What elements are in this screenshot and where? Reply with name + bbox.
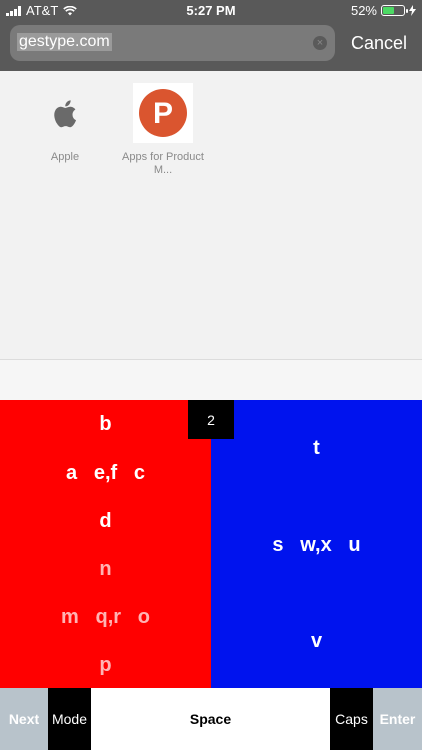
mode-indicator: 2 (188, 400, 234, 439)
battery-percent: 52% (350, 3, 377, 18)
key-group-p[interactable]: p (0, 654, 211, 677)
clear-text-icon[interactable]: × (313, 36, 327, 50)
right-key-pane[interactable]: t s w,x u v (211, 400, 422, 688)
favorite-label: Apple (50, 151, 80, 163)
space-button[interactable]: Space (91, 688, 330, 750)
browser-top-bar: AT&T 5:27 PM 52% gestype.com × Cancel (0, 0, 422, 71)
url-input[interactable]: gestype.com × (10, 25, 335, 61)
product-hunt-icon: P (133, 83, 193, 143)
gesture-keyboard[interactable]: b a e,f c d n m q,r o p t s w,x u v 2 (0, 400, 422, 688)
favorite-label: Apps for Product M... (122, 151, 204, 176)
next-button[interactable]: Next (0, 688, 48, 750)
battery-icon (381, 5, 408, 16)
keyboard-bottom-row: Next Mode Space Caps Enter (0, 688, 422, 750)
key-group-b[interactable]: b (0, 413, 211, 436)
key-group-mqro[interactable]: m q,r o (0, 606, 211, 629)
key-group-v[interactable]: v (211, 630, 422, 653)
key-group-t[interactable]: t (211, 437, 422, 460)
left-key-pane[interactable]: b a e,f c d n m q,r o p (0, 400, 211, 688)
favorites-grid: Apple P Apps for Product M... (0, 71, 422, 359)
cancel-button[interactable]: Cancel (351, 33, 407, 54)
favorite-apple[interactable]: Apple (23, 83, 107, 164)
status-bar: AT&T 5:27 PM 52% (0, 0, 422, 22)
mode-button[interactable]: Mode (48, 688, 91, 750)
key-group-n[interactable]: n (0, 558, 211, 581)
favorite-product-hunt[interactable]: P Apps for Product M... (121, 83, 205, 177)
keyboard-accessory-spacer (0, 360, 422, 400)
url-text: gestype.com (17, 33, 112, 51)
caps-button[interactable]: Caps (330, 688, 373, 750)
apple-logo-icon (35, 83, 95, 143)
charging-bolt-icon (409, 5, 416, 16)
key-group-d[interactable]: d (0, 510, 211, 533)
enter-button[interactable]: Enter (373, 688, 422, 750)
key-group-aefc[interactable]: a e,f c (0, 462, 211, 485)
key-group-swxu[interactable]: s w,x u (211, 534, 422, 557)
